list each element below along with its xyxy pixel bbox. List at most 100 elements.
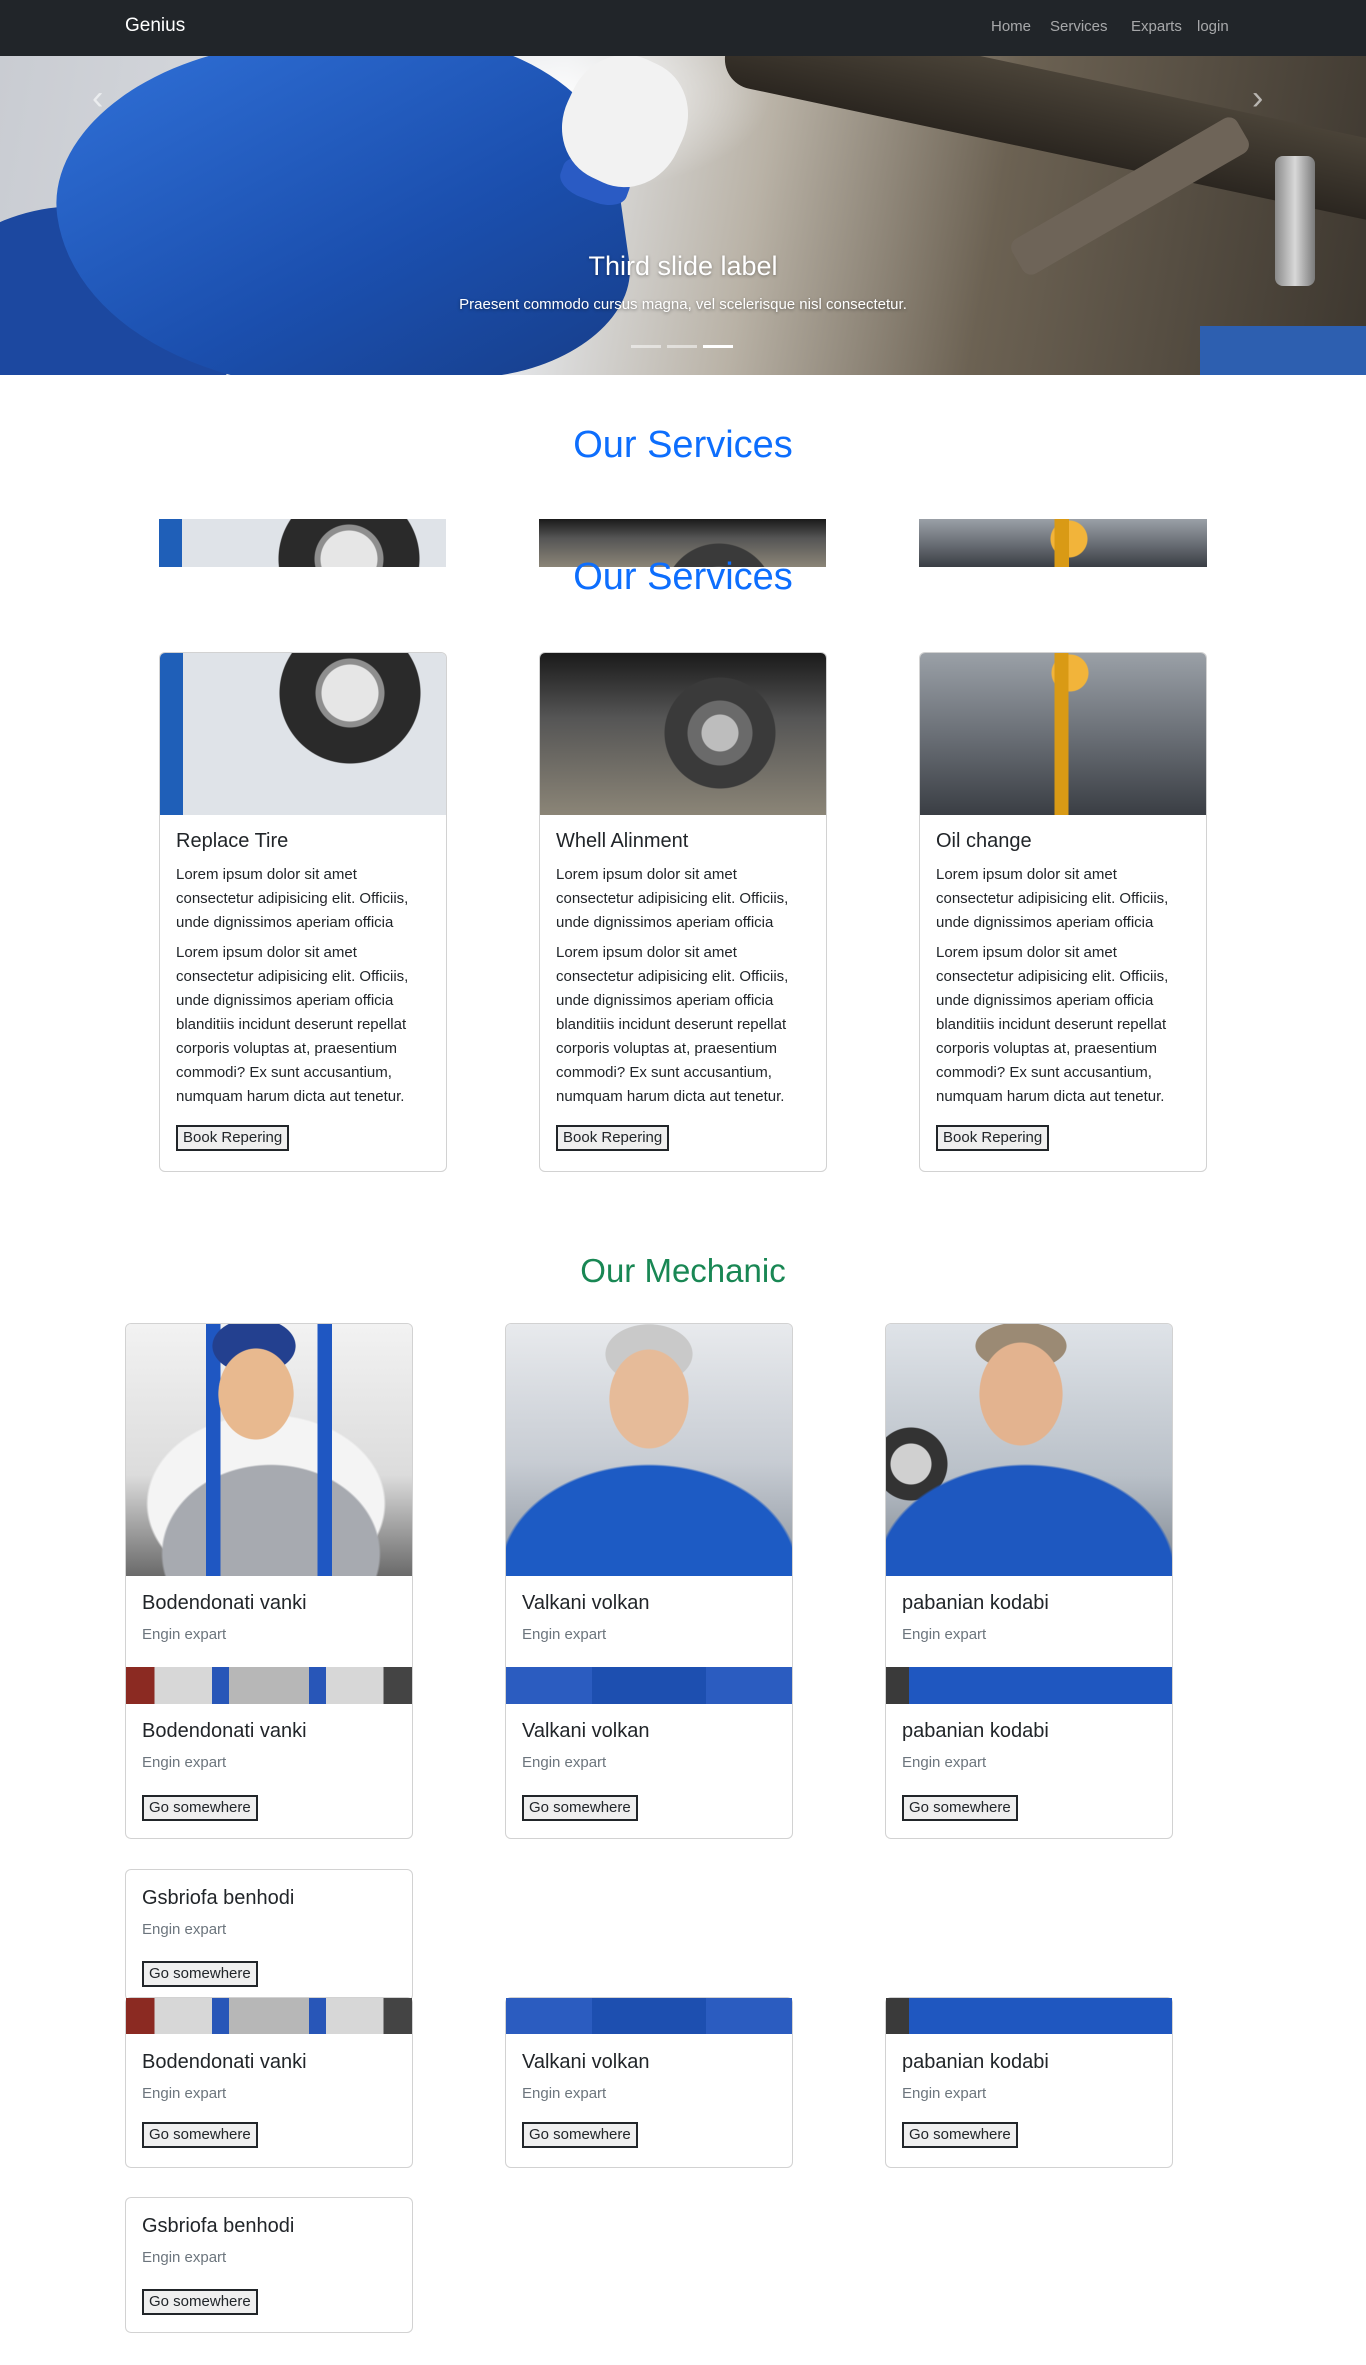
service-card-title: Replace Tire — [176, 830, 289, 852]
mechanic-card: Valkani volkan Engin expart Go somewhere — [505, 1997, 793, 2168]
go-somewhere-button[interactable]: Go somewhere — [142, 2122, 258, 2148]
service-image-oil — [920, 653, 1206, 815]
book-repering-button[interactable]: Book Repering — [936, 1125, 1050, 1151]
navbar: Genius Home Services Exparts login — [0, 0, 1366, 56]
text-line: consectetur adipisicing elit. Officiis, — [556, 890, 789, 907]
text-line: consectetur adipisicing elit. Officiis, — [176, 968, 409, 985]
text-line: corporis voluptas at, praesentium — [176, 1040, 397, 1057]
mechanic-photo-strip — [126, 1667, 412, 1704]
slide-image-mechanic-arm — [37, 56, 643, 375]
text-line: consectetur adipisicing elit. Officiis, — [176, 890, 409, 907]
text-line: corporis voluptas at, praesentium — [556, 1040, 777, 1057]
service-card-whell-alinment: Whell Alinment Lorem ipsum dolor sit ame… — [539, 652, 827, 1172]
mechanic-name: Gsbriofa benhodi — [142, 1887, 295, 1909]
text-line: blanditiis incidunt deserunt repellat — [556, 1016, 787, 1033]
service-image-brake — [540, 653, 826, 815]
service-card-description: Lorem ipsum dolor sit amet consectetur a… — [176, 941, 436, 1109]
text-line: commodi? Ex sunt accusantium, — [936, 1064, 1152, 1081]
text-line: numquam harum dicta aut tenetur. — [176, 1088, 405, 1105]
services-title-repeat: Our Services — [573, 556, 793, 598]
service-card-replace-tire: Replace Tire Lorem ipsum dolor sit amet … — [159, 652, 447, 1172]
slide-caption-title: Third slide label — [588, 251, 778, 281]
go-somewhere-button[interactable]: Go somewhere — [902, 1795, 1018, 1821]
mechanic-role: Engin expart — [522, 1754, 607, 1771]
go-somewhere-button[interactable]: Go somewhere — [522, 2122, 638, 2148]
go-somewhere-button[interactable]: Go somewhere — [142, 1961, 258, 1987]
mechanic-name: Bodendonati vanki — [142, 1592, 307, 1614]
text-line: blanditiis incidunt deserunt repellat — [936, 1016, 1167, 1033]
text-line: Lorem ipsum dolor sit amet — [176, 866, 357, 883]
book-repering-button[interactable]: Book Repering — [556, 1125, 670, 1151]
text-line: unde dignissimos aperiam officia — [176, 992, 394, 1009]
text-line: Lorem ipsum dolor sit amet — [556, 944, 737, 961]
mechanic-name: Gsbriofa benhodi — [142, 2215, 295, 2237]
mechanic-role: Engin expart — [142, 2249, 227, 2266]
mechanic-photo — [126, 1324, 412, 1576]
service-image-tire — [160, 653, 446, 815]
mechanic-role: Engin expart — [902, 1626, 987, 1643]
book-repering-button[interactable]: Book Repering — [176, 1125, 290, 1151]
text-line: numquam harum dicta aut tenetur. — [936, 1088, 1165, 1105]
mechanic-card: Bodendonati vanki Engin expart Go somewh… — [125, 1997, 413, 2168]
service-card-summary: Lorem ipsum dolor sit amet consectetur a… — [176, 863, 436, 935]
mechanic-name: pabanian kodabi — [902, 1720, 1049, 1742]
text-line: unde dignissimos aperiam officia — [936, 992, 1154, 1009]
carousel-next-button[interactable]: › — [1252, 81, 1263, 115]
carousel-indicator-1[interactable] — [631, 345, 661, 348]
nav-link-home[interactable]: Home — [991, 18, 1031, 35]
mechanic-card: pabanian kodabi Engin expart pabanian ko… — [885, 1323, 1173, 1839]
services-title: Our Services — [573, 424, 793, 466]
mechanic-photo — [886, 1324, 1172, 1576]
mechanic-photo-strip — [506, 1998, 792, 2034]
chevron-right-icon: › — [1252, 79, 1264, 117]
mechanic-role: Engin expart — [142, 1921, 227, 1938]
carousel-prev-button[interactable]: ‹ — [92, 81, 103, 115]
mechanic-role: Engin expart — [902, 2085, 987, 2102]
text-line: Lorem ipsum dolor sit amet — [556, 866, 737, 883]
text-line: unde dignissimos aperiam officia — [556, 992, 774, 1009]
mechanic-name: Valkani volkan — [522, 1592, 650, 1614]
mechanic-role: Engin expart — [522, 2085, 607, 2102]
text-line: Lorem ipsum dolor sit amet — [176, 944, 357, 961]
text-line: unde dignissimos aperiam officia — [556, 914, 774, 931]
mechanic-card: pabanian kodabi Engin expart Go somewher… — [885, 1997, 1173, 2168]
mechanic-role: Engin expart — [522, 1626, 607, 1643]
hero-carousel: ‹ › Third slide label Praesent commodo c… — [0, 56, 1366, 375]
slide-image-chassis — [719, 56, 1366, 228]
text-line: commodi? Ex sunt accusantium, — [176, 1064, 392, 1081]
mechanic-role: Engin expart — [142, 1626, 227, 1643]
mechanic-photo-strip — [126, 1998, 412, 2034]
nav-link-login[interactable]: login — [1197, 18, 1229, 35]
text-line: Lorem ipsum dolor sit amet — [936, 866, 1117, 883]
mechanic-role: Engin expart — [902, 1754, 987, 1771]
mechanic-name: Bodendonati vanki — [142, 2051, 307, 2073]
go-somewhere-button[interactable]: Go somewhere — [522, 1795, 638, 1821]
service-card-summary: Lorem ipsum dolor sit amet consectetur a… — [936, 863, 1196, 935]
carousel-indicator-2[interactable] — [667, 345, 697, 348]
mechanic-card: Gsbriofa benhodi Engin expart Go somewhe… — [125, 2197, 413, 2333]
text-line: Lorem ipsum dolor sit amet — [936, 944, 1117, 961]
service-card-oil-change: Oil change Lorem ipsum dolor sit amet co… — [919, 652, 1207, 1172]
slide-image-jack — [1200, 326, 1366, 375]
mechanic-name: Valkani volkan — [522, 1720, 650, 1742]
carousel-indicator-3[interactable] — [703, 345, 733, 348]
slide-caption-text: Praesent commodo cursus magna, vel scele… — [459, 296, 907, 313]
mechanic-photo-strip — [886, 1667, 1172, 1704]
go-somewhere-button[interactable]: Go somewhere — [902, 2122, 1018, 2148]
text-line: unde dignissimos aperiam officia — [176, 914, 394, 931]
mechanic-card: Valkani volkan Engin expart Valkani volk… — [505, 1323, 793, 1839]
service-card-summary: Lorem ipsum dolor sit amet consectetur a… — [556, 863, 816, 935]
text-line: blanditiis incidunt deserunt repellat — [176, 1016, 407, 1033]
text-line: commodi? Ex sunt accusantium, — [556, 1064, 772, 1081]
mechanic-card: Bodendonati vanki Engin expart Bodendona… — [125, 1323, 413, 1839]
mechanic-card: Gsbriofa benhodi Engin expart Go somewhe… — [125, 1869, 413, 2001]
text-line: corporis voluptas at, praesentium — [936, 1040, 1157, 1057]
navbar-brand[interactable]: Genius — [125, 15, 185, 37]
text-line: numquam harum dicta aut tenetur. — [556, 1088, 785, 1105]
go-somewhere-button[interactable]: Go somewhere — [142, 2289, 258, 2315]
nav-link-services[interactable]: Services — [1050, 18, 1108, 35]
mechanic-photo — [506, 1324, 792, 1576]
text-line: consectetur adipisicing elit. Officiis, — [936, 890, 1169, 907]
go-somewhere-button[interactable]: Go somewhere — [142, 1795, 258, 1821]
nav-link-exparts[interactable]: Exparts — [1131, 18, 1182, 35]
